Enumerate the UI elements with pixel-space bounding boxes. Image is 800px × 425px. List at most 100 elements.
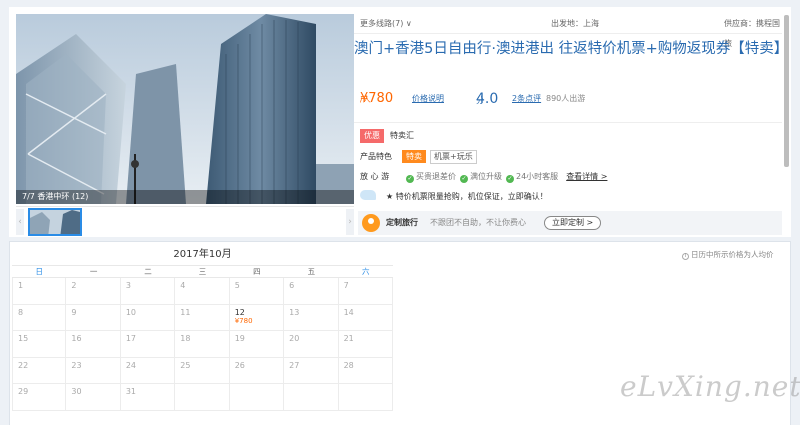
day-number: 8	[18, 307, 24, 317]
day-number: 14	[343, 307, 354, 317]
scrollbar[interactable]	[784, 15, 789, 167]
reviews-link[interactable]: 2条点评	[512, 88, 541, 110]
weekday: 一	[89, 267, 98, 276]
score-value: 4.0	[476, 91, 499, 107]
calendar-day: 3	[120, 278, 176, 305]
day-number: 6	[289, 281, 295, 290]
info-icon: i	[682, 253, 689, 260]
day-number: 2	[71, 281, 77, 290]
calendar-day: 20	[284, 331, 339, 358]
calendar-day: 26	[229, 357, 285, 384]
ticker-text: ★ 特价机票限量抢购，机位保证，立即确认！	[386, 192, 548, 201]
chevron-left-icon[interactable]: ‹	[16, 209, 24, 235]
thumbnail-selected[interactable]	[28, 208, 82, 236]
calendar-day	[284, 384, 339, 411]
person-icon	[362, 214, 380, 232]
calendar-day: 9	[66, 304, 121, 331]
feature-row: 产品特色 特卖 机票+玩乐	[360, 149, 477, 165]
day-number: 10	[125, 307, 137, 317]
calendar-day: 8	[12, 304, 67, 331]
departure-city: 出发地：上海	[551, 19, 599, 28]
divider	[354, 122, 782, 123]
price-note-link[interactable]: 价格说明	[412, 88, 444, 110]
day-number: 22	[18, 360, 29, 370]
check-icon: ✓	[506, 175, 514, 183]
calendar-note-text: 日历中所示价格为人均价	[691, 250, 774, 259]
calendar-day: 11	[175, 304, 230, 331]
sale-tag: 特卖	[402, 150, 426, 163]
feature-label: 产品特色	[360, 152, 392, 161]
thumbnail-strip: ‹ ›	[16, 206, 354, 236]
day-number: 3	[125, 281, 131, 290]
day-number: 21	[343, 334, 354, 343]
calendar-day: 2	[66, 278, 121, 305]
day-number: 25	[180, 360, 191, 370]
day-number: 23	[71, 360, 82, 370]
weekday: 三	[198, 267, 207, 276]
chat-bubble-icon	[360, 190, 376, 200]
day-number: 29	[18, 387, 29, 396]
check-icon: ✓	[406, 175, 414, 183]
product-photo[interactable]: 7/7 香港中环 (12)	[16, 14, 354, 204]
score: 4.0 分	[476, 88, 498, 112]
day-number: 13	[289, 307, 300, 317]
weekday: 六	[361, 267, 370, 276]
calendar-day: 21	[338, 331, 393, 358]
calendar-day: 14	[338, 304, 393, 331]
day-number: 16	[71, 334, 82, 343]
promo-row: 优惠 特卖汇	[360, 128, 414, 144]
product-info: 更多线路(7) ∨ 出发地：上海 供应商：携程国旅 澳门+香港5日自由行·澳进港…	[354, 14, 788, 237]
discount-tag: 优惠	[360, 129, 384, 143]
custom-travel-text: 不跟团不自助，不让你费心	[430, 218, 526, 227]
calendar-day: 18	[175, 331, 230, 358]
calendar-day: 27	[284, 357, 339, 384]
calendar-day: 6	[284, 278, 339, 305]
calendar-note: i 日历中所示价格为人均价	[682, 249, 774, 260]
more-routes-link[interactable]: 更多线路(7) ∨	[360, 14, 412, 34]
chevron-right-icon[interactable]: ›	[346, 209, 354, 235]
day-price: ¥780	[234, 316, 253, 325]
day-number: 12	[234, 307, 245, 317]
product-card: 7/7 香港中环 (12) ‹ › 更多线路(7) ∨ 出发地：上海 供应商：携…	[9, 7, 791, 237]
day-number: 5	[234, 281, 240, 290]
day-number: 31	[125, 387, 137, 396]
calendar-day-available[interactable]: 12 ¥780	[229, 304, 285, 331]
ticker: ★ 特价机票限量抢购，机位保证，立即确认！	[360, 189, 548, 205]
calendar-day	[175, 384, 230, 411]
assurance-row: 放 心 游 ✓ 买贵退差价 ✓ 满位升级 ✓ 24小时客服 查看详情 >	[360, 169, 607, 185]
promo-text[interactable]: 特卖汇	[390, 131, 414, 140]
weekday-header: 日 一 二 三 四 五 六	[12, 266, 393, 278]
check-icon: ✓	[460, 175, 468, 183]
day-number: 28	[343, 360, 354, 370]
calendar-day: 1	[12, 278, 67, 305]
thumbnail-image	[30, 210, 80, 234]
day-number: 24	[125, 360, 137, 370]
day-number: 19	[234, 334, 245, 343]
calendar-day: 25	[175, 357, 230, 384]
calendar-day: 5	[229, 278, 285, 305]
custom-travel-title: 定制旅行	[386, 218, 418, 227]
view-details-link[interactable]: 查看详情 >	[566, 172, 607, 181]
day-number: 4	[180, 281, 186, 290]
photo-caption: 7/7 香港中环 (12)	[16, 190, 354, 204]
flight-activity-tag: 机票+玩乐	[430, 150, 477, 164]
day-number: 1	[18, 281, 24, 290]
custom-travel-bar: 定制旅行 不跟团不自助，不让你费心 立即定制 >	[358, 211, 782, 235]
customize-now-button[interactable]: 立即定制 >	[544, 216, 602, 230]
weekday: 二	[144, 267, 152, 276]
assurance-item: 买贵退差价	[416, 172, 456, 181]
calendar-month: 2017年10月	[12, 244, 393, 266]
weekday: 五	[307, 267, 316, 276]
calendar-day	[229, 384, 285, 411]
calendar-day: 16	[66, 331, 121, 358]
day-number: 17	[125, 334, 137, 343]
calendar-day: 7	[338, 278, 393, 305]
skyscraper-photo	[16, 14, 354, 204]
buyers-count: 890人出游	[546, 94, 586, 103]
weekday: 四	[253, 267, 261, 276]
day-number: 26	[234, 360, 245, 370]
weekday: 日	[35, 267, 43, 276]
day-number: 18	[180, 334, 191, 343]
calendar-grid: 1 2 3 4 5 6 7 8 9 10 11 12 ¥780 13 14 15 16 17 18 19 20 21 22 2…	[12, 278, 393, 411]
day-number: 11	[180, 307, 191, 317]
